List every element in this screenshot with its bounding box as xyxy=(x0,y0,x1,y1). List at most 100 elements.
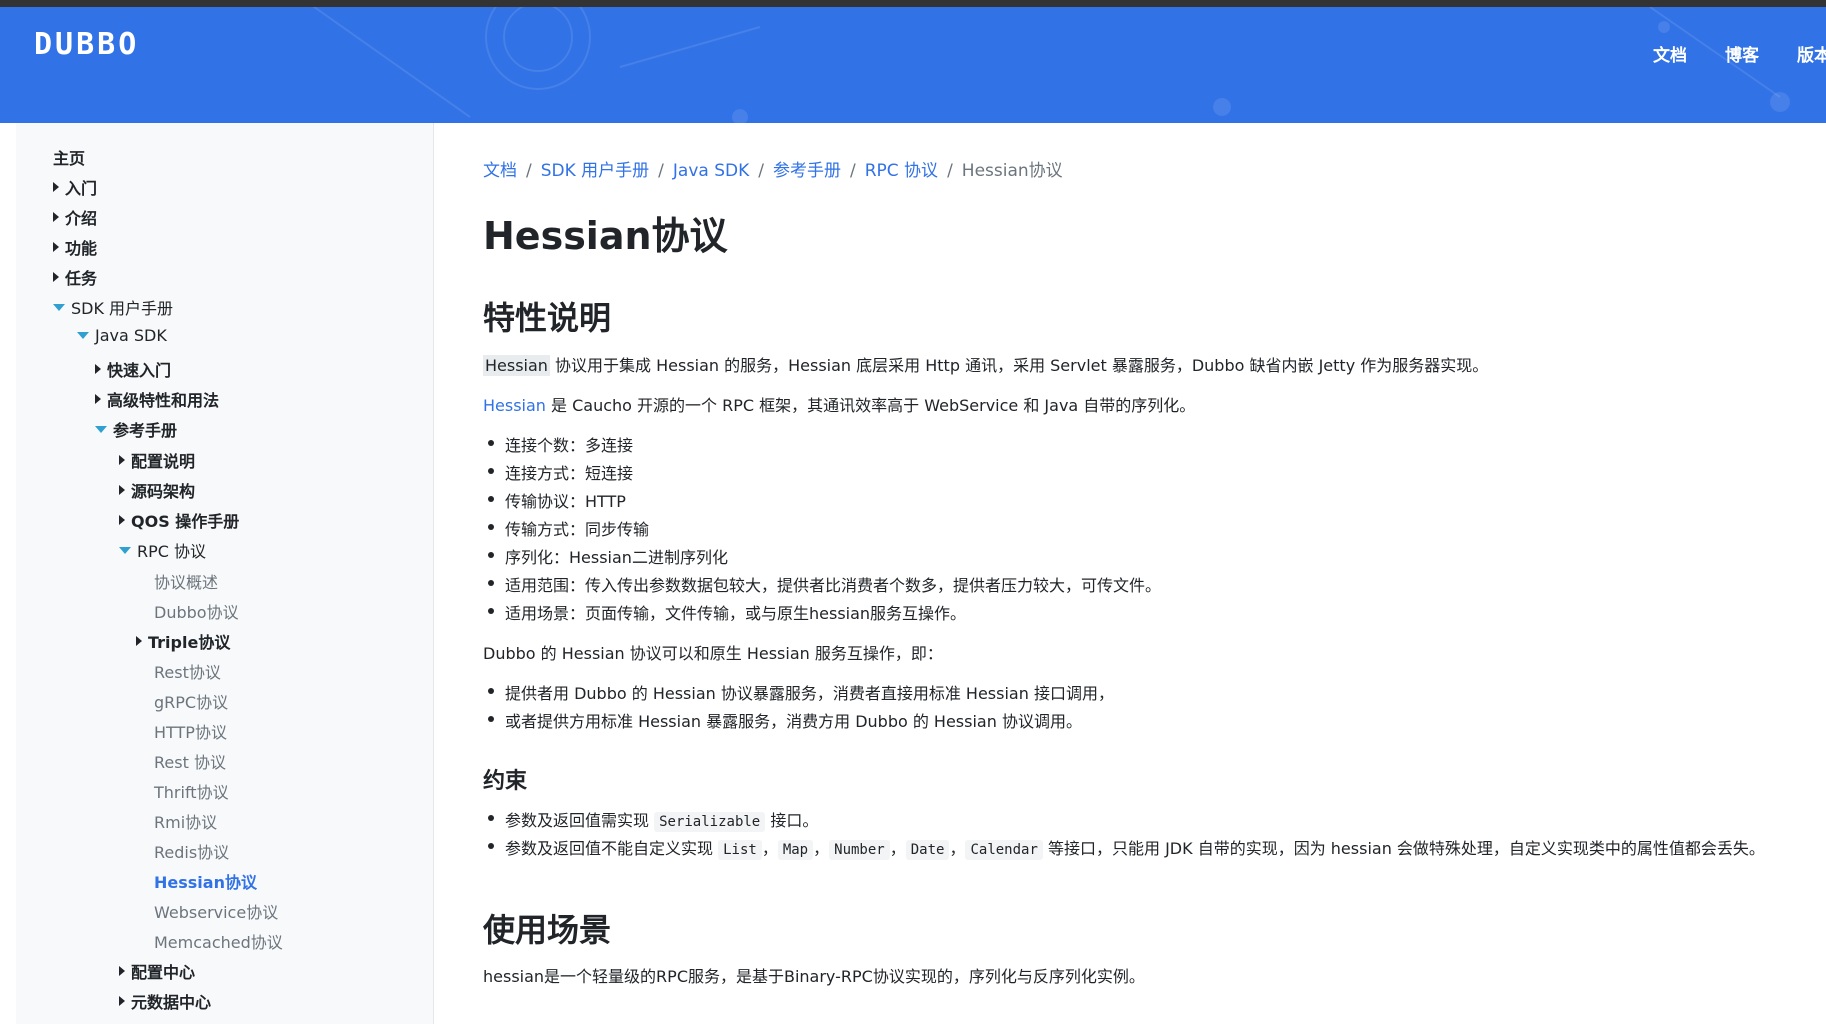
caret-right-icon[interactable] xyxy=(53,182,59,192)
sidebar-item[interactable]: Memcached协议 xyxy=(154,929,283,953)
sidebar-item-label: Rest协议 xyxy=(154,663,221,682)
sidebar-item[interactable]: 配置中心 xyxy=(119,959,195,983)
caret-right-icon[interactable] xyxy=(119,515,125,525)
breadcrumb-current: Hessian协议 xyxy=(961,161,1063,181)
caret-right-icon[interactable] xyxy=(53,212,59,222)
heading-features: 特性说明 xyxy=(483,299,612,337)
caret-down-icon[interactable] xyxy=(53,303,65,311)
sidebar-item[interactable]: Rest协议 xyxy=(154,659,221,683)
comma: ， xyxy=(889,839,906,858)
sidebar-item[interactable]: HTTP协议 xyxy=(154,719,227,743)
caret-right-icon[interactable] xyxy=(119,996,125,1006)
sidebar-item[interactable]: 参考手册 xyxy=(95,417,177,441)
breadcrumb-docs[interactable]: 文档 xyxy=(483,161,517,181)
docs-sidebar: 主页入门介绍功能任务 SDK 用户手册 Java SDK 快速入门高级特性和用法参考手… xyxy=(16,123,434,1024)
constraint-item-2: 参数及返回值不能自定义实现 List， Map， Number， Date， Calen… xyxy=(488,835,1765,860)
sidebar-item[interactable]: Redis协议 xyxy=(154,839,229,863)
sidebar-item-label: HTTP协议 xyxy=(154,723,227,742)
sidebar-item-label: 配置中心 xyxy=(131,963,196,982)
sidebar-item[interactable]: 高级特性和用法 xyxy=(95,387,219,411)
hessian-link[interactable]: Hessian xyxy=(483,396,546,415)
sidebar-item[interactable]: Triple协议 xyxy=(136,629,230,653)
sidebar-item[interactable]: RPC 协议 xyxy=(119,538,206,562)
features-paragraph-1-text: 协议用于集成 Hessian 的服务，Hessian 底层采用 Http 通讯，… xyxy=(549,356,1489,375)
interop-item: 或者提供方用标准 Hessian 暴露服务，消费方用 Dubbo 的 Hessi… xyxy=(488,708,1082,732)
caret-right-icon[interactable] xyxy=(119,485,125,495)
sidebar-item[interactable]: 快速入门 xyxy=(95,357,171,381)
sidebar-item[interactable]: SDK 用户手册 xyxy=(53,295,173,319)
browser-top-strip xyxy=(0,0,1826,7)
comma: ， xyxy=(813,839,830,858)
sidebar-item[interactable]: Thrift协议 xyxy=(154,779,229,803)
sidebar-item[interactable]: 介绍 xyxy=(53,205,97,229)
caret-right-icon[interactable] xyxy=(95,394,101,404)
sidebar-item[interactable]: 协议概述 xyxy=(154,569,218,593)
dubbo-logo[interactable]: DUBBO xyxy=(34,27,139,62)
breadcrumb-rpc[interactable]: RPC 协议 xyxy=(865,161,938,181)
sidebar-item-label: Rest 协议 xyxy=(154,753,226,772)
interop-paragraph: Dubbo 的 Hessian 协议可以和原生 Hessian 服务互操作，即： xyxy=(483,644,943,663)
breadcrumb-reference[interactable]: 参考手册 xyxy=(773,161,841,181)
sidebar-item-label: QOS 操作手册 xyxy=(131,512,240,531)
sidebar-item[interactable]: Dubbo协议 xyxy=(154,599,239,623)
nav-docs[interactable]: 文档 xyxy=(1653,41,1687,66)
sidebar-item-label: 参考手册 xyxy=(113,421,178,440)
caret-right-icon[interactable] xyxy=(136,636,142,646)
feature-item: 连接方式：短连接 xyxy=(487,460,633,484)
sidebar-item[interactable]: gRPC协议 xyxy=(154,689,228,713)
hessian-inline-code: Hessian xyxy=(483,355,550,376)
sidebar-item[interactable]: Webservice协议 xyxy=(154,899,278,923)
caret-right-icon[interactable] xyxy=(119,966,125,976)
header-background-pattern xyxy=(312,7,1790,123)
sidebar-item-label: 元数据中心 xyxy=(131,993,212,1012)
sidebar-item[interactable]: 元数据中心 xyxy=(119,989,211,1013)
caret-right-icon[interactable] xyxy=(95,364,101,374)
sidebar-item[interactable]: Rmi协议 xyxy=(154,809,217,833)
sidebar-item-label: gRPC协议 xyxy=(154,693,229,712)
caret-down-icon[interactable] xyxy=(95,425,107,433)
calendar-code: Calendar xyxy=(965,840,1043,860)
sidebar-item-label: 源码架构 xyxy=(131,482,196,501)
number-code: Number xyxy=(829,840,890,860)
sidebar-item[interactable]: 入门 xyxy=(53,175,97,199)
breadcrumb-separator: / xyxy=(526,161,532,181)
sidebar-item[interactable]: 任务 xyxy=(53,265,97,289)
features-paragraph-2: Hessian 是 Caucho 开源的一个 RPC 框架，其通讯效率高于 We… xyxy=(483,392,1195,416)
breadcrumb-separator: / xyxy=(849,161,856,181)
list-code: List xyxy=(718,840,762,860)
sidebar-item[interactable]: 主页 xyxy=(53,145,85,169)
nav-blog[interactable]: 博客 xyxy=(1725,41,1759,66)
feature-item: 适用场景：页面传输，文件传输，或与原生hessian服务互操作。 xyxy=(487,600,966,624)
sidebar-item-label: 任务 xyxy=(65,269,98,288)
feature-item: 传输协议：HTTP xyxy=(488,488,626,512)
sidebar-item-label: 快速入门 xyxy=(107,361,172,380)
sidebar-item[interactable]: Rest 协议 xyxy=(154,749,226,773)
sidebar-item[interactable]: QOS 操作手册 xyxy=(119,508,239,532)
breadcrumb-separator: / xyxy=(758,161,764,181)
usage-paragraph: hessian是一个轻量级的RPC服务，是基于Binary-RPC协议实现的，序… xyxy=(483,967,1145,986)
breadcrumb-java-sdk[interactable]: Java SDK xyxy=(673,161,749,181)
breadcrumb-sdk-manual[interactable]: SDK 用户手册 xyxy=(541,161,649,181)
sidebar-item[interactable]: 源码架构 xyxy=(119,478,195,502)
caret-right-icon[interactable] xyxy=(53,242,59,252)
nav-versions[interactable]: 版本 xyxy=(1797,41,1826,66)
date-code: Date xyxy=(905,840,950,860)
sidebar-item-label: 高级特性和用法 xyxy=(107,391,220,410)
caret-down-icon[interactable] xyxy=(119,546,131,554)
caret-right-icon[interactable] xyxy=(53,272,59,282)
feature-item: 适用范围：传入传出参数数据包较大，提供者比消费者个数多，提供者压力较大，可传文件… xyxy=(487,572,1161,596)
caret-right-icon[interactable] xyxy=(119,455,125,465)
sidebar-item[interactable]: Hessian协议 xyxy=(154,869,257,893)
sidebar-item[interactable]: Java SDK xyxy=(77,326,167,345)
interop-item: 提供者用 Dubbo 的 Hessian 协议暴露服务，消费者直接用标准 Hes… xyxy=(488,680,1114,704)
feature-item: 传输方式：同步传输 xyxy=(487,516,649,540)
constraint-2-pre: 参数及返回值不能自定义实现 xyxy=(505,839,719,858)
caret-down-icon[interactable] xyxy=(77,332,89,339)
sidebar-item-label: SDK 用户手册 xyxy=(71,299,174,318)
sidebar-item-label: Webservice协议 xyxy=(154,903,279,922)
sidebar-item-label: 介绍 xyxy=(65,209,98,228)
sidebar-item[interactable]: 配置说明 xyxy=(119,448,195,472)
sidebar-item-label: Hessian协议 xyxy=(154,873,257,892)
sidebar-item-label: Redis协议 xyxy=(154,843,230,862)
sidebar-item[interactable]: 功能 xyxy=(53,235,97,259)
